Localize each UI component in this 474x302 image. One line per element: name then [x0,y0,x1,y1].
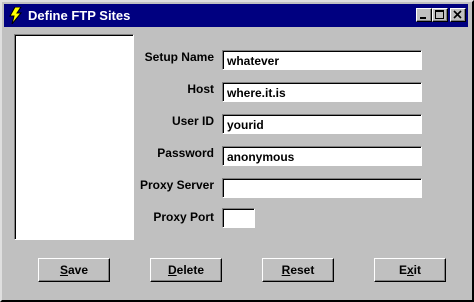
maximize-icon [435,10,444,19]
exit-label: it [413,263,422,277]
proxy-server-field[interactable] [222,178,422,198]
save-accel: S [59,263,68,277]
maximize-button[interactable] [432,8,448,22]
delete-label: elete [176,263,205,277]
setup-name-field[interactable]: whatever [222,50,422,70]
minimize-icon [420,17,426,19]
save-label: ave [67,263,89,277]
password-label: Password [157,146,214,160]
delete-accel: D [167,263,177,277]
setup-name-label: Setup Name [144,50,214,64]
user-id-label: User ID [171,114,214,128]
proxy-port-field[interactable] [222,208,255,228]
host-label: Host [187,82,214,96]
proxy-port-label: Proxy Port [153,210,214,224]
reset-button[interactable]: Reset [262,258,334,282]
proxy-server-label: Proxy Server [139,178,214,192]
lightning-icon[interactable] [9,7,23,24]
close-icon [453,10,462,19]
window-title: Define FTP Sites [28,8,131,23]
exit-pre: E [398,263,407,277]
reset-accel: R [281,263,291,277]
exit-button[interactable]: Exit [374,258,446,282]
define-ftp-sites-window: Define FTP Sites Setup Name whatever Hos… [0,0,474,302]
exit-accel: x [406,263,414,277]
user-id-field[interactable]: yourid [222,114,422,134]
password-field[interactable]: anonymous [222,146,422,166]
title-bar[interactable]: Define FTP Sites [4,4,468,27]
save-button[interactable]: Save [38,258,110,282]
reset-label: eset [290,263,315,277]
close-button[interactable] [450,8,466,22]
minimize-button[interactable] [416,8,432,22]
host-field[interactable]: where.it.is [222,82,422,102]
delete-button[interactable]: Delete [150,258,222,282]
